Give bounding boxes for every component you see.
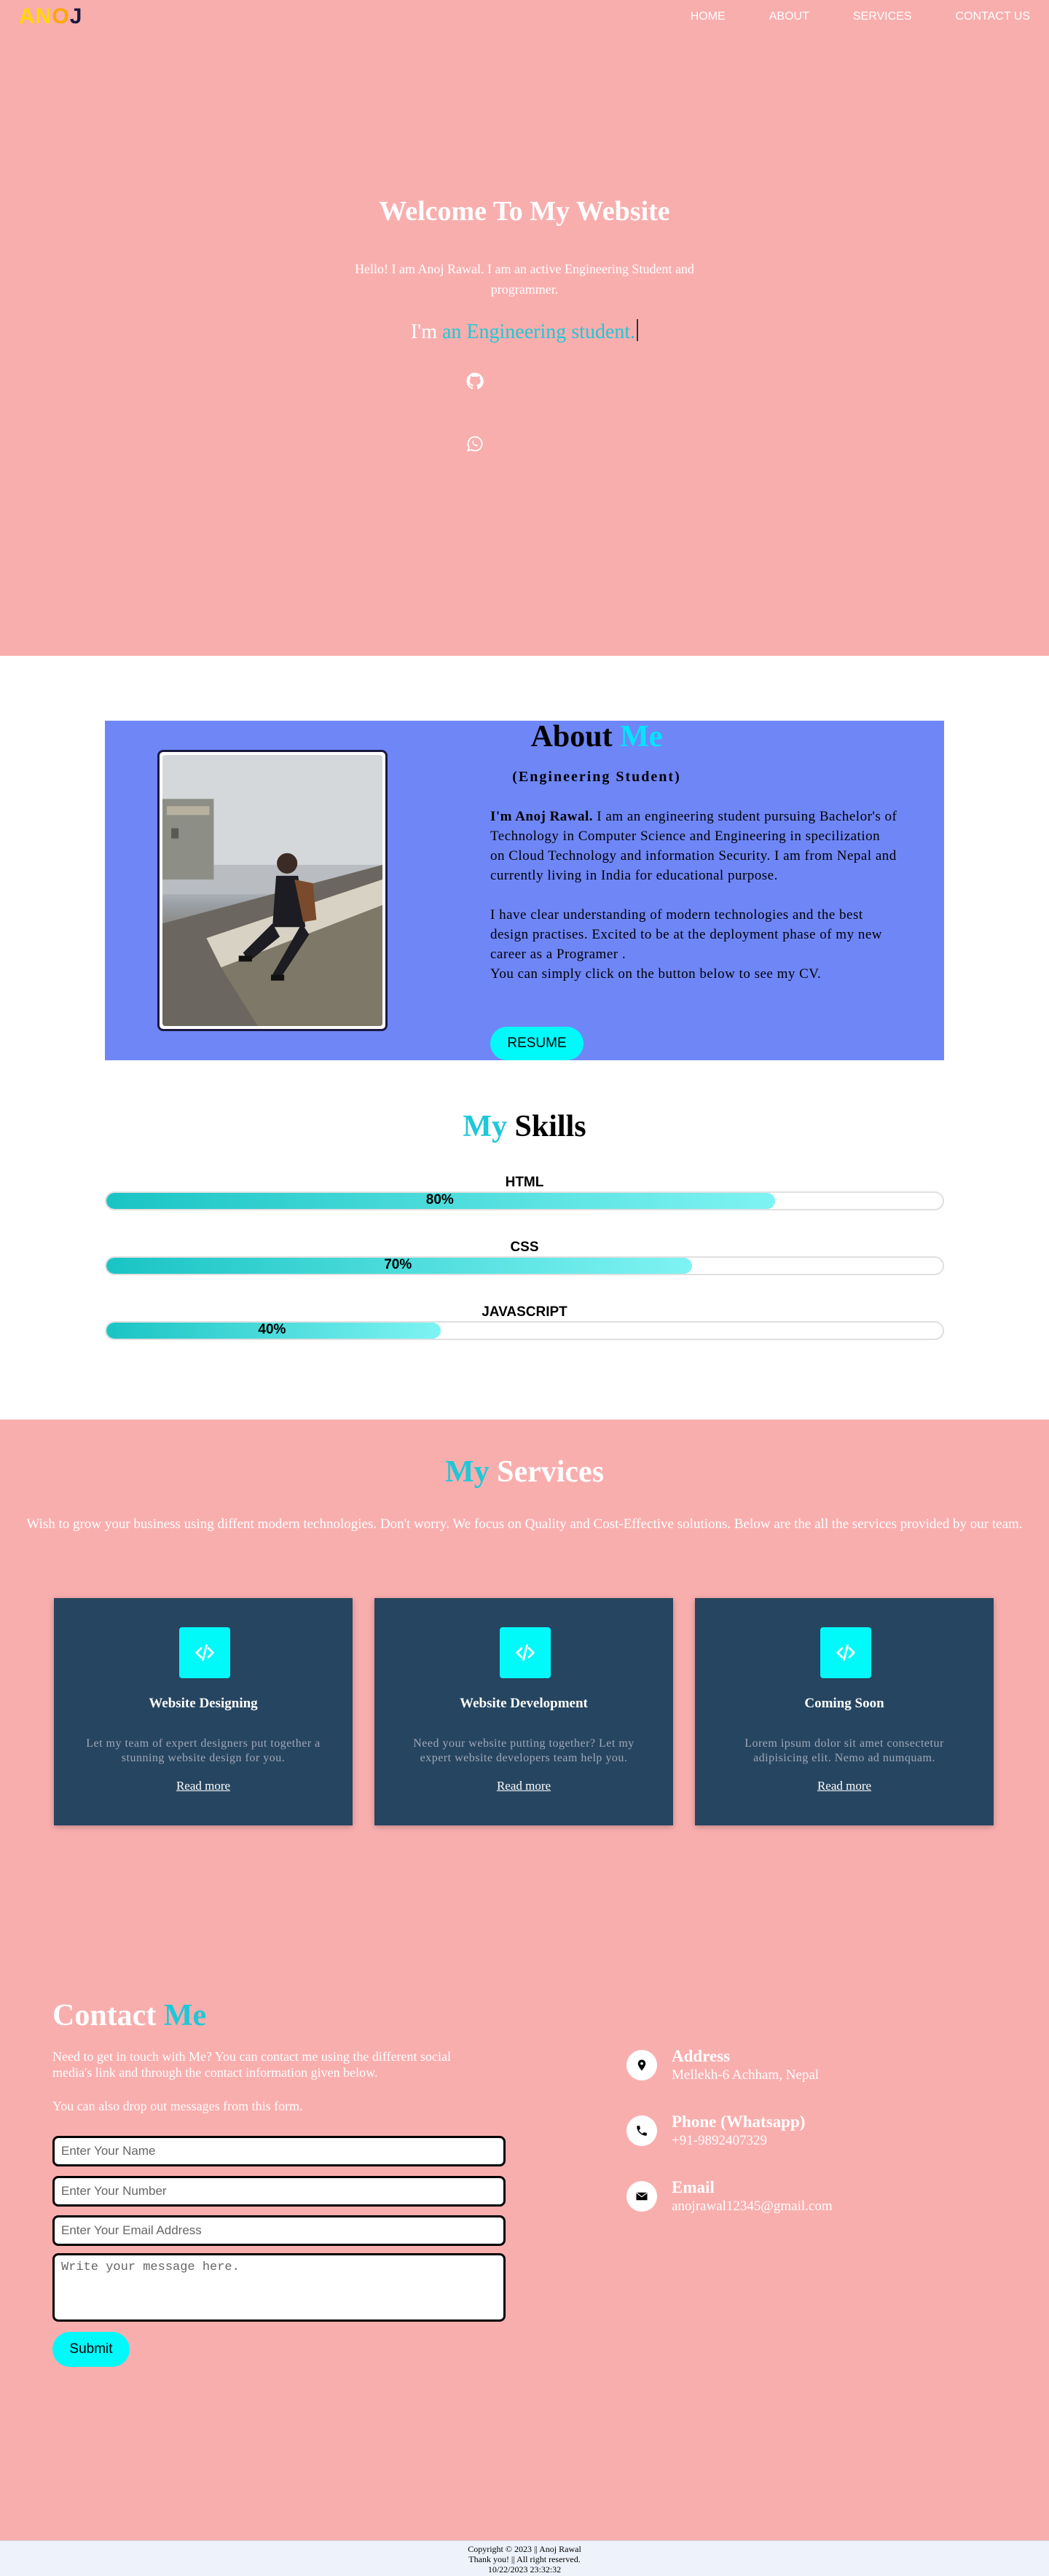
services-title-highlight: My <box>444 1455 490 1489</box>
service-card-development: Website Development Need your website pu… <box>374 1598 673 1825</box>
skill-bar-javascript <box>105 1321 944 1340</box>
nav-contact-link[interactable]: CONTACT US <box>955 10 1030 23</box>
read-more-link[interactable]: Read more <box>374 1779 673 1793</box>
service-card-coming-soon: Coming Soon Lorem ipsum dolor sit amet c… <box>695 1598 994 1825</box>
skill-name-html: HTML <box>505 1175 544 1190</box>
skill-percent-css: 70% <box>384 1257 412 1272</box>
logo-part-2: O <box>52 4 70 28</box>
location-pin-icon <box>626 2050 657 2080</box>
code-icon <box>500 1627 551 1678</box>
resume-button[interactable]: RESUME <box>490 1027 584 1060</box>
email-value: anojrawal12345@gmail.com <box>672 2199 833 2214</box>
site-logo[interactable]: ANOJ <box>19 4 82 29</box>
contact-description-2: You can also drop out messages from this… <box>52 2099 303 2113</box>
service-card-designing: Website Designing Let my team of expert … <box>54 1598 353 1825</box>
nav-about-link[interactable]: ABOUT <box>769 10 809 23</box>
contact-title-text: Contact <box>52 1999 157 2032</box>
submit-button[interactable]: Submit <box>52 2332 130 2367</box>
about-title: About Me <box>487 719 706 754</box>
message-field[interactable] <box>52 2253 506 2322</box>
skills-title: My Skills <box>0 1109 1049 1144</box>
service-card-text: Lorem ipsum dolor sit amet consectetur a… <box>744 1737 944 1764</box>
typing-cursor <box>637 319 639 341</box>
skill-name-css: CSS <box>510 1240 539 1255</box>
read-more-link[interactable]: Read more <box>695 1779 994 1793</box>
services-description: Wish to grow your business using diffent… <box>26 1516 1023 1532</box>
number-field[interactable] <box>52 2176 506 2207</box>
phone-icon <box>626 2115 657 2146</box>
address-value: Mellekh-6 Achham, Nepal <box>672 2067 820 2083</box>
footer-thanks: Thank you! || All right reserved. <box>468 2554 581 2564</box>
phone-label: Phone (Whatsapp) <box>672 2113 806 2131</box>
about-intro-paragraph: I'm Anoj Rawal. I am an engineering stud… <box>490 807 898 885</box>
read-more-link[interactable]: Read more <box>54 1779 353 1793</box>
about-intro-bold: I'm Anoj Rawal. <box>490 809 594 824</box>
logo-part-1: AN <box>19 4 52 28</box>
whatsapp-icon[interactable] <box>466 435 484 453</box>
typed-prefix: I'm <box>410 321 437 343</box>
github-icon[interactable] <box>466 372 484 390</box>
footer-copyright: Copyright © 2023 || Anoj Rawal <box>468 2544 581 2554</box>
footer-timestamp: 10/22/2023 23:32:32 <box>487 2564 562 2575</box>
service-card-text: Let my team of expert designers put toge… <box>86 1737 321 1764</box>
service-card-title: Website Designing <box>149 1696 258 1711</box>
logo-part-3: J <box>69 4 83 28</box>
about-section: About Me (Engineering Student) I'm Anoj … <box>105 719 944 1060</box>
services-section: My Services Wish to grow your business u… <box>0 1420 1049 2540</box>
code-icon <box>820 1627 871 1678</box>
email-label: Email <box>672 2178 715 2196</box>
about-title-highlight: Me <box>620 720 663 753</box>
hero-title: Welcome To My Website <box>379 196 670 227</box>
skill-bar-css <box>105 1256 944 1275</box>
hero-section: Welcome To My Website Hello! I am Anoj R… <box>0 0 1049 656</box>
about-title-text: About <box>530 720 613 753</box>
contact-title: Contact Me <box>52 1998 206 2033</box>
nav-links: HOME ABOUT SERVICES CONTACT US <box>691 10 1030 23</box>
about-role: (Engineering Student) <box>512 769 681 785</box>
about-paragraph-2-text: I have clear understanding of modern tec… <box>490 907 882 962</box>
nav-home-link[interactable]: HOME <box>691 10 726 23</box>
service-card-text: Need your website putting together? Let … <box>413 1737 634 1764</box>
typed-text: an Engineering student. <box>442 321 636 343</box>
contact-description: Need to get in touch with Me? You can co… <box>52 2049 452 2080</box>
service-card-title: Website Development <box>460 1696 588 1711</box>
skills-title-highlight: My <box>463 1110 508 1143</box>
code-icon <box>179 1627 230 1678</box>
footer: Copyright © 2023 || Anoj Rawal Thank you… <box>0 2540 1049 2576</box>
navbar: ANOJ HOME ABOUT SERVICES CONTACT US <box>0 0 1049 36</box>
address-label: Address <box>672 2047 731 2065</box>
hero-subtitle: Hello! I am Anoj Rawal. I am an active E… <box>355 262 694 297</box>
about-text: I'm Anoj Rawal. I am an engineering stud… <box>490 807 898 984</box>
name-field[interactable] <box>52 2136 506 2166</box>
nav-services-link[interactable]: SERVICES <box>853 10 912 23</box>
profile-photo <box>162 755 382 1026</box>
envelope-icon <box>626 2181 657 2212</box>
contact-title-highlight: Me <box>163 1999 207 2032</box>
hero-typed-line: I'm an Engineering student. <box>0 319 1049 344</box>
profile-photo-frame <box>157 750 388 1031</box>
skills-title-text: Skills <box>514 1110 586 1143</box>
services-title-text: Services <box>497 1455 605 1489</box>
about-paragraph-2: I have clear understanding of modern tec… <box>490 905 898 984</box>
skill-percent-javascript: 40% <box>258 1322 286 1337</box>
skill-percent-html: 80% <box>425 1192 454 1207</box>
service-card-title: Coming Soon <box>804 1696 884 1711</box>
email-field[interactable] <box>52 2215 506 2246</box>
skill-bar-html <box>105 1191 944 1210</box>
about-paragraph-3-text: You can simply click on the button below… <box>490 966 822 982</box>
phone-value: +91-9892407329 <box>672 2133 768 2148</box>
services-title: My Services <box>0 1455 1049 1489</box>
skill-name-javascript: JAVASCRIPT <box>482 1304 567 1320</box>
